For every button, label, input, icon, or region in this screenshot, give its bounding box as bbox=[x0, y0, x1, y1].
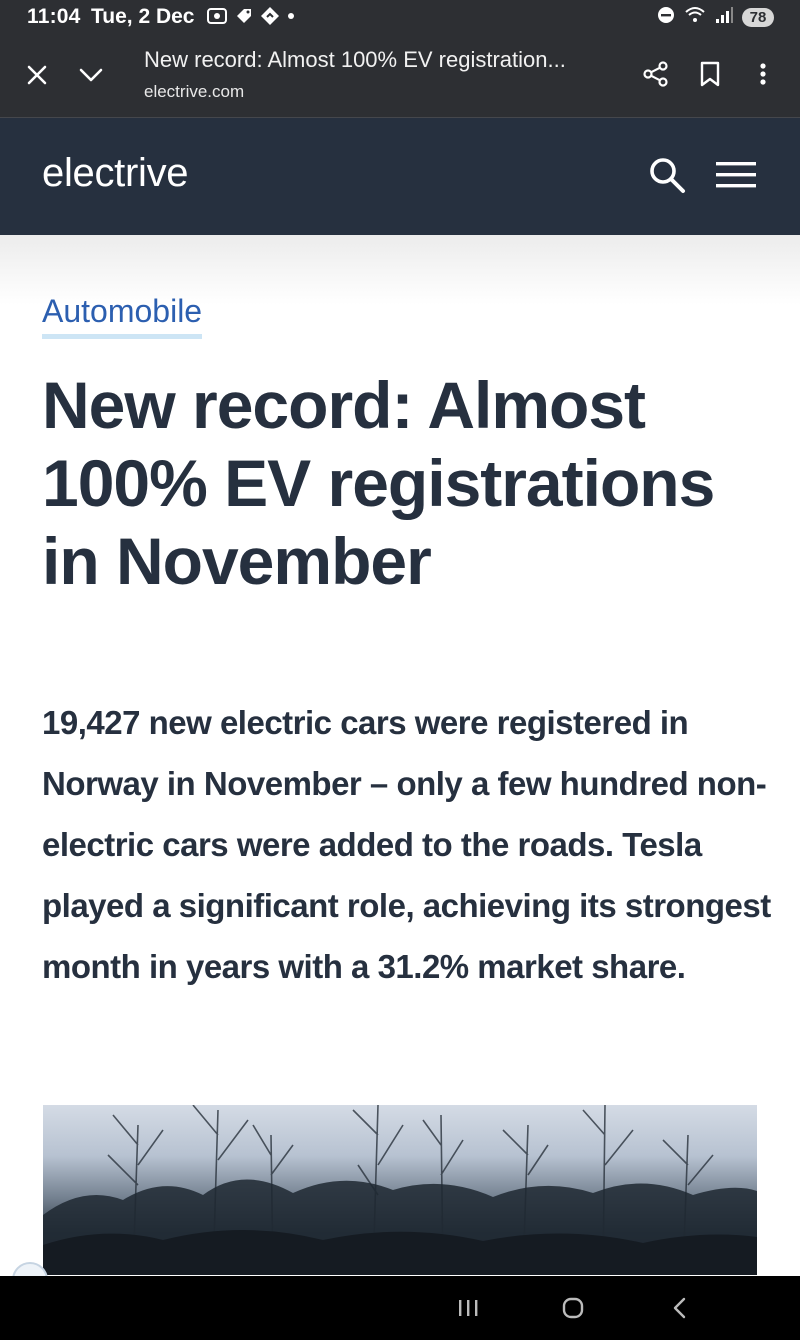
hamburger-menu-icon bbox=[716, 162, 756, 188]
home-icon bbox=[562, 1297, 584, 1319]
search-icon bbox=[650, 158, 685, 193]
share-icon bbox=[643, 61, 668, 87]
article-lead: 19,427 new electric cars were registered… bbox=[42, 704, 771, 985]
back-button[interactable] bbox=[664, 1292, 696, 1324]
article-headline: New record: Almost 100% EV registrations… bbox=[42, 368, 715, 598]
article-hero-image bbox=[43, 1105, 757, 1275]
more-options-button[interactable] bbox=[748, 58, 778, 90]
chevron-down-icon bbox=[79, 68, 103, 82]
notification-icons bbox=[206, 6, 296, 26]
site-header: electrive bbox=[0, 118, 800, 235]
do-not-disturb-icon bbox=[656, 5, 676, 30]
system-navigation-bar bbox=[0, 1276, 800, 1340]
status-bar: 11:04 Tue, 2 Dec 78 bbox=[0, 0, 800, 34]
close-tab-button[interactable] bbox=[22, 60, 52, 90]
status-time: 11:04 bbox=[27, 5, 81, 28]
battery-indicator: 78 bbox=[742, 8, 774, 27]
wifi-icon bbox=[684, 5, 706, 30]
location-diamond-icon bbox=[260, 6, 280, 26]
dot-icon bbox=[286, 6, 296, 26]
system-status: 78 bbox=[656, 5, 774, 30]
home-button[interactable] bbox=[557, 1292, 589, 1324]
category-link[interactable]: Automobile bbox=[42, 293, 203, 339]
bookmark-icon bbox=[700, 61, 720, 87]
page-url[interactable]: electrive.com bbox=[144, 82, 244, 102]
share-button[interactable] bbox=[640, 58, 672, 90]
page-title[interactable]: New record: Almost 100% EV registration.… bbox=[144, 47, 599, 73]
signal-icon bbox=[714, 5, 734, 30]
site-search-button[interactable] bbox=[644, 152, 690, 198]
close-icon bbox=[27, 65, 47, 85]
minimize-tab-button[interactable] bbox=[76, 60, 106, 90]
screenshot-icon bbox=[206, 6, 228, 26]
more-vert-icon bbox=[760, 63, 766, 85]
recents-icon bbox=[459, 1300, 478, 1316]
tag-icon bbox=[234, 6, 254, 26]
bookmark-button[interactable] bbox=[694, 58, 726, 90]
site-menu-button[interactable] bbox=[712, 152, 760, 198]
status-date: Tue, 2 Dec bbox=[91, 5, 195, 28]
recents-button[interactable] bbox=[452, 1292, 484, 1324]
back-icon bbox=[673, 1297, 686, 1319]
browser-tab-bar: New record: Almost 100% EV registration.… bbox=[0, 34, 800, 118]
site-logo[interactable]: electrive bbox=[42, 151, 189, 196]
